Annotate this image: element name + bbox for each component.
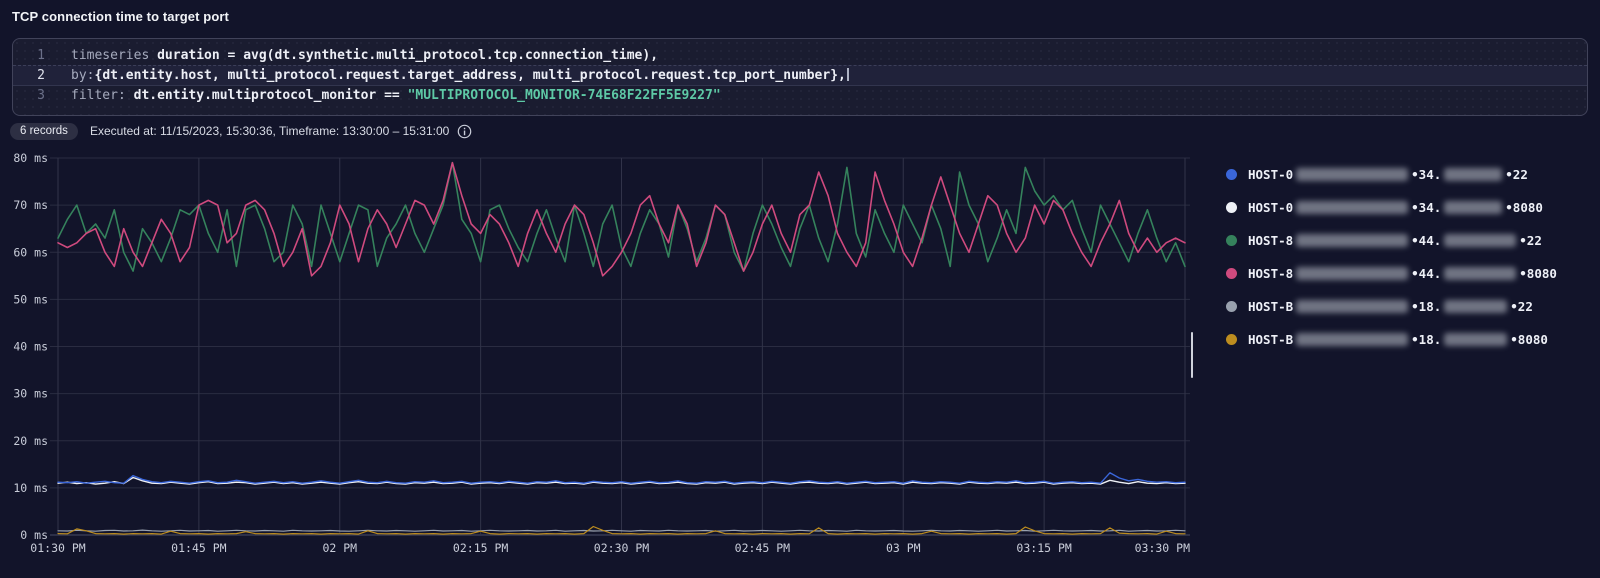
legend-item[interactable]: HOST-B •18. •8080 [1226,331,1548,347]
y-axis-tick-label: 40 ms [13,340,48,354]
chart-canvas[interactable]: 0 ms 10 ms 20 ms 30 ms 40 ms 50 ms 60 ms 70 ms 8… [0,145,1210,578]
x-axis-tick-label: 01:30 PM [30,541,85,555]
redacted-ip-blur [1444,167,1503,181]
timeseries-chart: 0 ms 10 ms 20 ms 30 ms 40 ms 50 ms 60 ms 70 ms 8… [0,145,1600,578]
y-axis-tick-label: 30 ms [13,387,48,401]
legend-ip-prefix-label: •18. [1411,298,1442,314]
y-axis-tick-label: 20 ms [13,434,48,448]
line-number: 2 [37,68,45,83]
legend-ip-prefix-label: •18. [1411,331,1442,347]
legend-host-label: HOST-8 [1248,232,1294,248]
legend-host-label: HOST-0 [1248,166,1294,182]
series-line[interactable] [57,529,1186,532]
legend-port-label: •22 [1510,298,1533,314]
redacted-ip-blur [1444,233,1517,247]
legend-series-dot-icon [1226,234,1237,246]
legend-host-label: HOST-B [1248,298,1294,314]
query-editor[interactable]: 1 timeseries duration = avg(dt.synthetic.… [12,38,1588,116]
y-axis-tick-label: 0 ms [20,528,48,542]
query-line[interactable]: 1 timeseries duration = avg(dt.synthetic.… [13,46,1587,65]
legend-item[interactable]: HOST-0 •34. •22 [1226,166,1528,182]
y-axis-tick-label: 70 ms [13,198,48,212]
legend-port-label: •22 [1505,166,1528,182]
redacted-ip-blur [1444,266,1517,280]
query-code-text: filter: dt.entity.multiprotocol_monitor … [71,88,721,103]
query-line[interactable]: 2 by:{dt.entity.host, multi_protocol.requ… [13,65,1587,86]
x-axis-tick-label: 02:30 PM [594,541,649,555]
legend-item[interactable]: HOST-0 •34. •8080 [1226,199,1543,215]
legend-host-label: HOST-0 [1248,199,1294,215]
result-meta-bar: 6 records Executed at: 11/15/2023, 15:30… [10,121,472,141]
legend-host-label: HOST-8 [1248,265,1294,281]
x-axis-tick-label: 02 PM [322,541,357,555]
y-axis-tick-label: 50 ms [13,292,48,306]
legend-port-label: •8080 [1505,199,1543,215]
y-axis-tick-label: 80 ms [13,151,48,165]
x-axis-tick-label: 03:30 PM [1135,541,1190,555]
legend-host-label: HOST-B [1248,331,1294,347]
legend-item[interactable]: HOST-8 •44. •8080 [1226,265,1557,281]
redacted-ip-blur [1444,332,1508,346]
redacted-hostname-blur [1296,167,1409,181]
x-axis-tick-label: 03 PM [886,541,921,555]
legend-scrollbar[interactable] [1191,332,1193,378]
execution-info: Executed at: 11/15/2023, 15:30:36, Timef… [89,124,450,138]
redacted-hostname-blur [1296,233,1409,247]
x-axis-tick-label: 03:15 PM [1016,541,1071,555]
query-code-text: by:{dt.entity.host, multi_protocol.reque… [59,66,849,85]
legend-series-dot-icon [1226,201,1237,213]
line-number: 3 [37,88,45,103]
info-icon[interactable] [457,124,472,139]
tcp-connection-panel: TCP connection time to target port 1 time… [0,0,1600,578]
line-number: 1 [37,48,45,63]
legend-series-dot-icon [1226,267,1237,279]
legend-series-dot-icon [1226,333,1237,345]
legend-port-label: •8080 [1519,265,1557,281]
redacted-ip-blur [1444,200,1503,214]
legend-item[interactable]: HOST-8 •44. •22 [1226,232,1542,248]
x-axis-tick-label: 02:15 PM [453,541,508,555]
x-axis-tick-label: 01:45 PM [171,541,226,555]
redacted-hostname-blur [1296,332,1409,346]
query-line[interactable]: 3 filter: dt.entity.multiprotocol_monitor… [13,86,1587,105]
legend-ip-prefix-label: •44. [1411,265,1442,281]
text-cursor [846,68,849,81]
legend-ip-prefix-label: •34. [1411,166,1442,182]
redacted-hostname-blur [1296,266,1409,280]
redacted-ip-blur [1444,299,1508,313]
redacted-hostname-blur [1296,299,1409,313]
page-title: TCP connection time to target port [12,9,229,24]
x-axis-tick-label: 02:45 PM [735,541,790,555]
legend-ip-prefix-label: •44. [1411,232,1442,248]
legend-ip-prefix-label: •34. [1411,199,1442,215]
y-axis-tick-label: 10 ms [13,481,48,495]
query-code-text: timeseries duration = avg(dt.synthetic.m… [71,48,659,63]
y-axis-tick-label: 60 ms [13,245,48,259]
legend-port-label: •22 [1519,232,1542,248]
redacted-hostname-blur [1296,200,1409,214]
legend-item[interactable]: HOST-B •18. •22 [1226,298,1533,314]
records-count-badge: 6 records [10,122,78,140]
legend-series-dot-icon [1226,300,1237,312]
legend-port-label: •8080 [1510,331,1548,347]
legend-series-dot-icon [1226,168,1237,180]
